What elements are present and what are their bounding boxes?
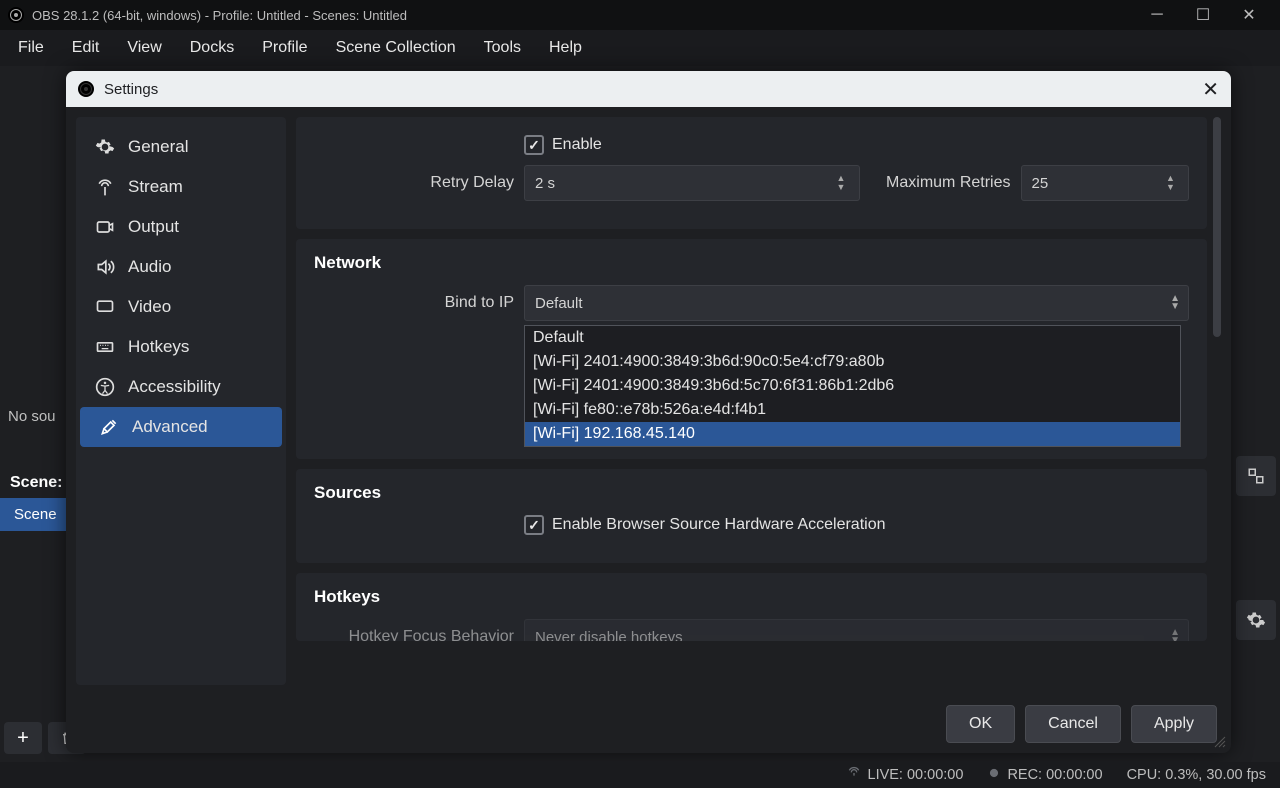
no-sources-text: No sou: [0, 402, 64, 431]
settings-sidebar: General Stream Output Audio Video Hotkey…: [76, 117, 286, 685]
network-panel-title: Network: [314, 253, 1189, 273]
live-status: LIVE: 00:00:00: [868, 767, 964, 783]
menu-file[interactable]: File: [4, 33, 58, 63]
browser-hwaccel-checkbox[interactable]: Enable Browser Source Hardware Accelerat…: [524, 515, 1189, 535]
sources-panel: Sources Enable Browser Source Hardware A…: [296, 469, 1207, 563]
checkbox-label: Enable Browser Source Hardware Accelerat…: [552, 516, 886, 534]
chevron-updown-icon: ▲▼: [1170, 629, 1180, 641]
menu-tools[interactable]: Tools: [470, 33, 535, 63]
retry-delay-label: Retry Delay: [314, 174, 524, 192]
sidebar-item-label: Video: [128, 297, 171, 317]
chevron-updown-icon: ▲▼: [1170, 295, 1180, 311]
menu-view[interactable]: View: [113, 33, 175, 63]
hotkeys-panel: Hotkeys Hotkey Focus Behavior Never disa…: [296, 573, 1207, 641]
dropdown-option[interactable]: [Wi-Fi] fe80::e78b:526a:e4d:f4b1: [525, 398, 1180, 422]
output-icon: [94, 217, 116, 237]
max-retries-value: 25: [1032, 175, 1049, 192]
dropdown-option[interactable]: [Wi-Fi] 192.168.45.140: [525, 422, 1180, 446]
sidebar-item-label: Accessibility: [128, 377, 221, 397]
settings-content: Enable Retry Delay 2 s ▲▼ Maximum Retrie…: [296, 117, 1221, 685]
sidebar-item-audio[interactable]: Audio: [76, 247, 286, 287]
broadcast-icon: [846, 765, 862, 785]
sidebar-item-video[interactable]: Video: [76, 287, 286, 327]
cpu-status: CPU: 0.3%, 30.00 fps: [1127, 767, 1266, 783]
menu-docks[interactable]: Docks: [176, 33, 248, 63]
sidebar-item-advanced[interactable]: Advanced: [80, 407, 282, 447]
sidebar-item-label: Hotkeys: [128, 337, 189, 357]
obs-dialog-icon: [78, 81, 94, 97]
close-button[interactable]: ✕: [1226, 0, 1272, 30]
menubar: File Edit View Docks Profile Scene Colle…: [0, 30, 1280, 66]
max-retries-label: Maximum Retries: [876, 174, 1021, 192]
sidebar-item-accessibility[interactable]: Accessibility: [76, 367, 286, 407]
record-icon: [987, 766, 1001, 784]
sidebar-item-label: Audio: [128, 257, 171, 277]
hotkeys-panel-title: Hotkeys: [314, 587, 1189, 607]
spin-arrows-icon[interactable]: ▲▼: [837, 166, 853, 200]
menu-help[interactable]: Help: [535, 33, 596, 63]
dock-expand-button[interactable]: [1236, 456, 1276, 496]
enable-reconnect-checkbox[interactable]: Enable: [524, 135, 1189, 155]
spin-arrows-icon[interactable]: ▲▼: [1166, 166, 1182, 200]
sidebar-item-hotkeys[interactable]: Hotkeys: [76, 327, 286, 367]
bind-to-ip-label: Bind to IP: [314, 294, 524, 312]
monitor-icon: [94, 297, 116, 317]
hotkey-focus-value: Never disable hotkeys: [535, 629, 683, 642]
bind-to-ip-value: Default: [535, 295, 583, 312]
obs-app-icon: [8, 7, 24, 23]
menu-edit[interactable]: Edit: [58, 33, 114, 63]
minimize-button[interactable]: ─: [1134, 0, 1180, 30]
dropdown-option[interactable]: Default: [525, 326, 1180, 350]
settings-gear-button[interactable]: [1236, 600, 1276, 640]
dialog-button-bar: OK Cancel Apply: [66, 695, 1231, 753]
sidebar-item-general[interactable]: General: [76, 127, 286, 167]
menu-scene-collection[interactable]: Scene Collection: [322, 33, 470, 63]
gear-icon: [94, 137, 116, 157]
sidebar-item-label: Advanced: [132, 417, 208, 437]
speaker-icon: [94, 257, 116, 277]
bind-to-ip-combo[interactable]: Default ▲▼: [524, 285, 1189, 321]
dropdown-option[interactable]: [Wi-Fi] 2401:4900:3849:3b6d:5c70:6f31:86…: [525, 374, 1180, 398]
checkbox-label: Enable: [552, 136, 602, 154]
ok-button[interactable]: OK: [946, 705, 1015, 743]
menu-profile[interactable]: Profile: [248, 33, 321, 63]
cancel-button[interactable]: Cancel: [1025, 705, 1121, 743]
dialog-close-button[interactable]: ✕: [1202, 77, 1219, 102]
sidebar-item-label: General: [128, 137, 188, 157]
sidebar-item-label: Stream: [128, 177, 183, 197]
antenna-icon: [94, 177, 116, 197]
rec-status: REC: 00:00:00: [1007, 767, 1102, 783]
checkbox-icon: [524, 135, 544, 155]
vertical-scrollbar[interactable]: [1213, 117, 1221, 685]
dropdown-option[interactable]: [Wi-Fi] 2401:4900:3849:3b6d:90c0:5e4:cf7…: [525, 350, 1180, 374]
scene-item[interactable]: Scene: [0, 498, 71, 531]
add-scene-button[interactable]: +: [4, 722, 42, 754]
reconnect-panel: Enable Retry Delay 2 s ▲▼ Maximum Retrie…: [296, 117, 1207, 229]
maximize-button[interactable]: ☐: [1180, 0, 1226, 30]
sidebar-item-stream[interactable]: Stream: [76, 167, 286, 207]
hotkey-focus-combo[interactable]: Never disable hotkeys ▲▼: [524, 619, 1189, 641]
accessibility-icon: [94, 377, 116, 397]
settings-dialog: Settings ✕ General Stream Output Audio: [66, 71, 1231, 753]
resize-grip[interactable]: [1213, 735, 1227, 749]
sidebar-item-output[interactable]: Output: [76, 207, 286, 247]
sources-panel-title: Sources: [314, 483, 1189, 503]
titlebar: OBS 28.1.2 (64-bit, windows) - Profile: …: [0, 0, 1280, 30]
dialog-title: Settings: [104, 81, 158, 98]
scenes-dock-header: Scene:: [0, 470, 72, 496]
sidebar-item-label: Output: [128, 217, 179, 237]
retry-delay-value: 2 s: [535, 175, 555, 192]
window-title: OBS 28.1.2 (64-bit, windows) - Profile: …: [32, 8, 407, 23]
checkbox-icon: [524, 515, 544, 535]
tools-icon: [98, 417, 120, 437]
dialog-titlebar: Settings ✕: [66, 71, 1231, 107]
bind-to-ip-dropdown: Default [Wi-Fi] 2401:4900:3849:3b6d:90c0…: [524, 325, 1181, 447]
hotkey-focus-label: Hotkey Focus Behavior: [314, 628, 524, 641]
apply-button[interactable]: Apply: [1131, 705, 1217, 743]
max-retries-spinbox[interactable]: 25 ▲▼: [1021, 165, 1190, 201]
status-bar: LIVE: 00:00:00 REC: 00:00:00 CPU: 0.3%, …: [0, 762, 1280, 788]
retry-delay-spinbox[interactable]: 2 s ▲▼: [524, 165, 860, 201]
keyboard-icon: [94, 337, 116, 357]
